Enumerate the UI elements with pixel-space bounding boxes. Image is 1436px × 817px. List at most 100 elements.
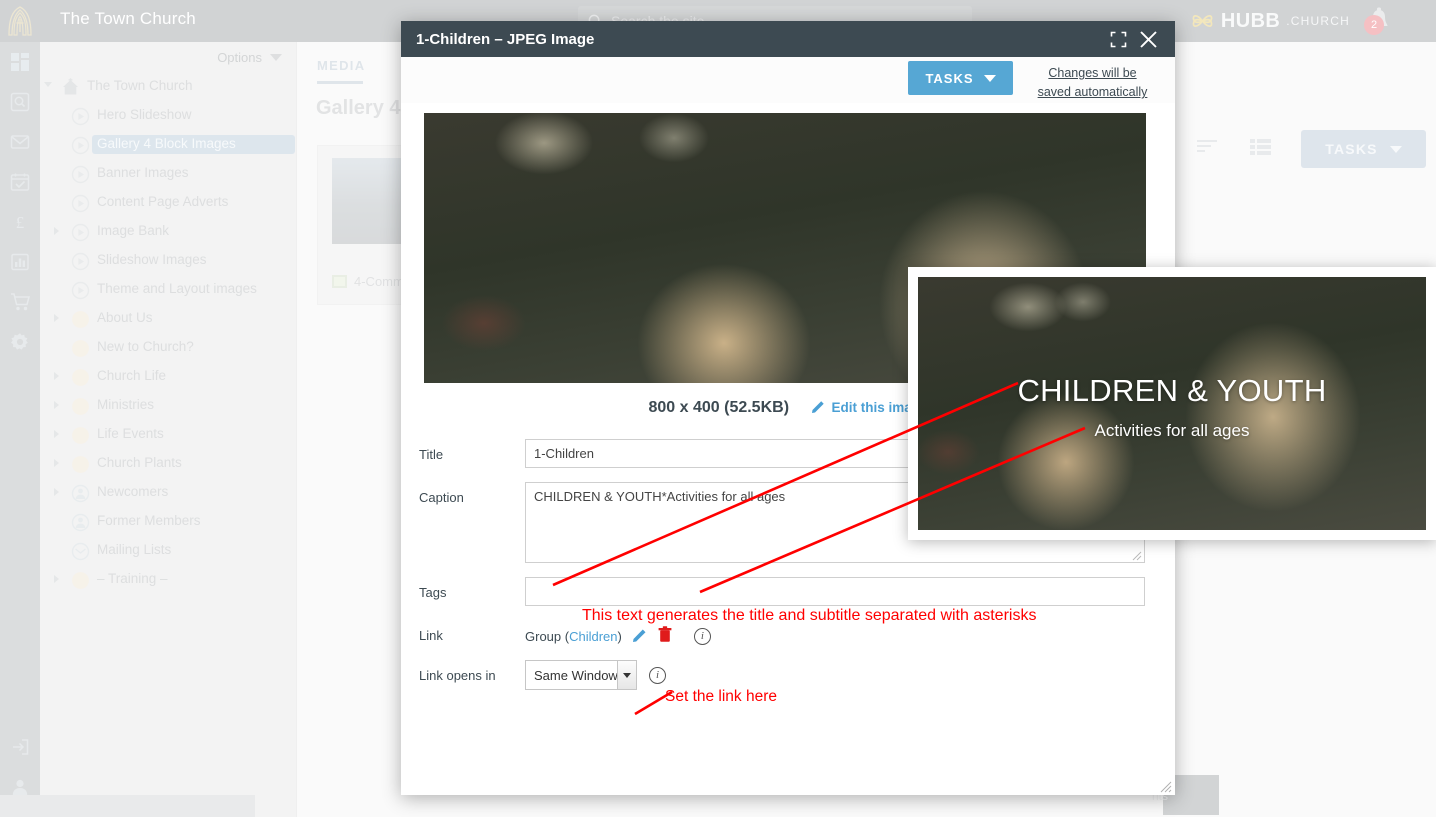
preview-subtitle-text: Activities for all ages [1094, 421, 1250, 440]
tags-field-label: Tags [419, 585, 447, 600]
tree-options-button[interactable]: Options [40, 42, 296, 71]
sort-lines-icon [1197, 139, 1217, 152]
tags-input[interactable] [525, 577, 1145, 606]
home-church-icon [63, 78, 78, 95]
rail-item-calendar[interactable] [0, 162, 40, 202]
folder-circle-icon [72, 572, 89, 589]
person-circle-icon [71, 513, 90, 532]
tree-item-church-life[interactable]: Church Life [40, 363, 296, 392]
list-view-button[interactable] [1249, 137, 1273, 162]
list-view-icon [1250, 138, 1271, 155]
tree-item-new-to-church[interactable]: New to Church? [40, 334, 296, 363]
link-opens-in-info-icon[interactable]: i [649, 666, 666, 684]
tree-expander-toggle[interactable] [54, 571, 64, 583]
modal-action-bar: TASKS Changes will be saved automaticall… [401, 57, 1175, 103]
tree-expander-spacer [54, 339, 64, 343]
tree-expander-toggle[interactable] [54, 397, 64, 409]
resize-grip-icon[interactable] [1130, 549, 1142, 561]
link-delete-button[interactable] [658, 626, 672, 646]
sort-lines-button[interactable] [1195, 137, 1221, 162]
modal-resize-grip-icon[interactable] [1159, 780, 1172, 793]
tree-item-slideshow-images[interactable]: Slideshow Images [40, 247, 296, 276]
logout-icon [13, 739, 29, 755]
tree-item-label: Church Plants [97, 455, 182, 470]
tree-item-label: The Town Church [87, 78, 193, 93]
tree-item-image-bank[interactable]: Image Bank [40, 218, 296, 247]
tree-expander-toggle[interactable] [54, 426, 64, 438]
rail-item-dashboard[interactable] [0, 42, 40, 82]
tree-item-content-page-adverts[interactable]: Content Page Adverts [40, 189, 296, 218]
tree-expander-toggle[interactable] [54, 484, 64, 496]
play-circle-icon [71, 165, 90, 184]
modal-tasks-button[interactable]: TASKS [908, 61, 1013, 95]
app-logo[interactable] [0, 0, 40, 42]
tree-item-newcomers[interactable]: Newcomers [40, 479, 296, 508]
tree-expander-toggle[interactable] [54, 455, 64, 467]
tree-item-label: Mailing Lists [97, 542, 172, 557]
rendered-preview-overlay: CHILDREN & YOUTH Activities for all ages [908, 267, 1436, 540]
rail-item-reports[interactable] [0, 242, 40, 282]
tree-item-theme-and-layout-images[interactable]: Theme and Layout images [40, 276, 296, 305]
app-root: The Town Church Search the site HUBB .CH… [0, 0, 1436, 817]
tree-expander-spacer [54, 136, 64, 140]
svg-text:£: £ [16, 213, 25, 232]
modal-expand-button[interactable] [1103, 24, 1133, 54]
notifications-bell[interactable]: 2 [1364, 6, 1406, 38]
hubb-brand-logo[interactable]: HUBB .CHURCH [1190, 9, 1350, 33]
preview-image: CHILDREN & YOUTH Activities for all ages [918, 277, 1426, 530]
image-dimensions-size: 800 x 400 (52.5KB) [648, 399, 790, 416]
tree-item-label: New to Church? [97, 339, 194, 354]
tree-item-former-members[interactable]: Former Members [40, 508, 296, 537]
rail-item-mail[interactable] [0, 122, 40, 162]
rail-item-search[interactable] [0, 82, 40, 122]
caret-down-icon[interactable] [617, 661, 636, 689]
tree-expander-spacer [54, 107, 64, 111]
chevron-down-icon [270, 54, 282, 61]
gear-icon [11, 333, 28, 350]
tree-expander-toggle[interactable] [44, 78, 54, 87]
annotation-caption-note: This text generates the title and subtit… [582, 607, 1037, 624]
church-arch-icon [8, 6, 32, 36]
tree-item-label: – Training – [97, 571, 168, 586]
tree-item-training[interactable]: – Training – [40, 566, 296, 595]
tree-item-about-us[interactable]: About Us [40, 305, 296, 334]
media-card-caption: 4-Commu [332, 274, 411, 289]
play-circle-icon [71, 223, 90, 242]
modal-close-button[interactable] [1133, 24, 1163, 54]
rail-item-settings[interactable] [0, 322, 40, 362]
caret-down-icon [1389, 145, 1402, 153]
preview-title-text: CHILDREN & YOUTH [1017, 373, 1327, 408]
caption-field-label: Caption [419, 490, 464, 505]
link-edit-button[interactable] [632, 627, 648, 646]
caret-down-icon [983, 74, 996, 82]
tree-item-label: Ministries [97, 397, 155, 412]
tree-item-label: Gallery 4 Block Images [92, 135, 295, 154]
play-circle-icon [71, 281, 90, 300]
tree-item-church-plants[interactable]: Church Plants [40, 450, 296, 479]
tree-item-label: Image Bank [97, 223, 170, 238]
tree-list: The Town Church Hero Slideshow Gallery 4 B… [40, 71, 296, 595]
tree-item-banner-images[interactable]: Banner Images [40, 160, 296, 189]
tasks-button-background[interactable]: TASKS [1301, 130, 1426, 168]
tree-item-hero-slideshow[interactable]: Hero Slideshow [40, 102, 296, 131]
tree-item-mailing-lists[interactable]: Mailing Lists [40, 537, 296, 566]
tab-media[interactable]: MEDIA [317, 58, 365, 84]
tree-item-the-town-church[interactable]: The Town Church [40, 73, 296, 102]
tree-item-gallery-4-block-images[interactable]: Gallery 4 Block Images [40, 131, 296, 160]
chevron-down-icon [44, 82, 52, 87]
tree-item-ministries[interactable]: Ministries [40, 392, 296, 421]
tree-item-life-events[interactable]: Life Events [40, 421, 296, 450]
tree-expander-toggle[interactable] [54, 368, 64, 380]
play-circle-icon [71, 252, 90, 271]
tree-expander-toggle[interactable] [54, 223, 64, 235]
rail-item-shop[interactable] [0, 282, 40, 322]
link-opens-in-value: Same Window [534, 667, 618, 683]
link-target-link[interactable]: Children [569, 629, 617, 644]
rail-item-logout[interactable] [0, 727, 40, 767]
rail-item-finance[interactable]: £ [0, 202, 40, 242]
link-opens-in-select[interactable]: Same Window [525, 660, 637, 690]
autosave-line-2: saved automatically [1037, 85, 1148, 100]
link-info-icon[interactable]: i [693, 627, 711, 645]
folder-circle-icon [72, 369, 89, 386]
tree-expander-toggle[interactable] [54, 310, 64, 322]
